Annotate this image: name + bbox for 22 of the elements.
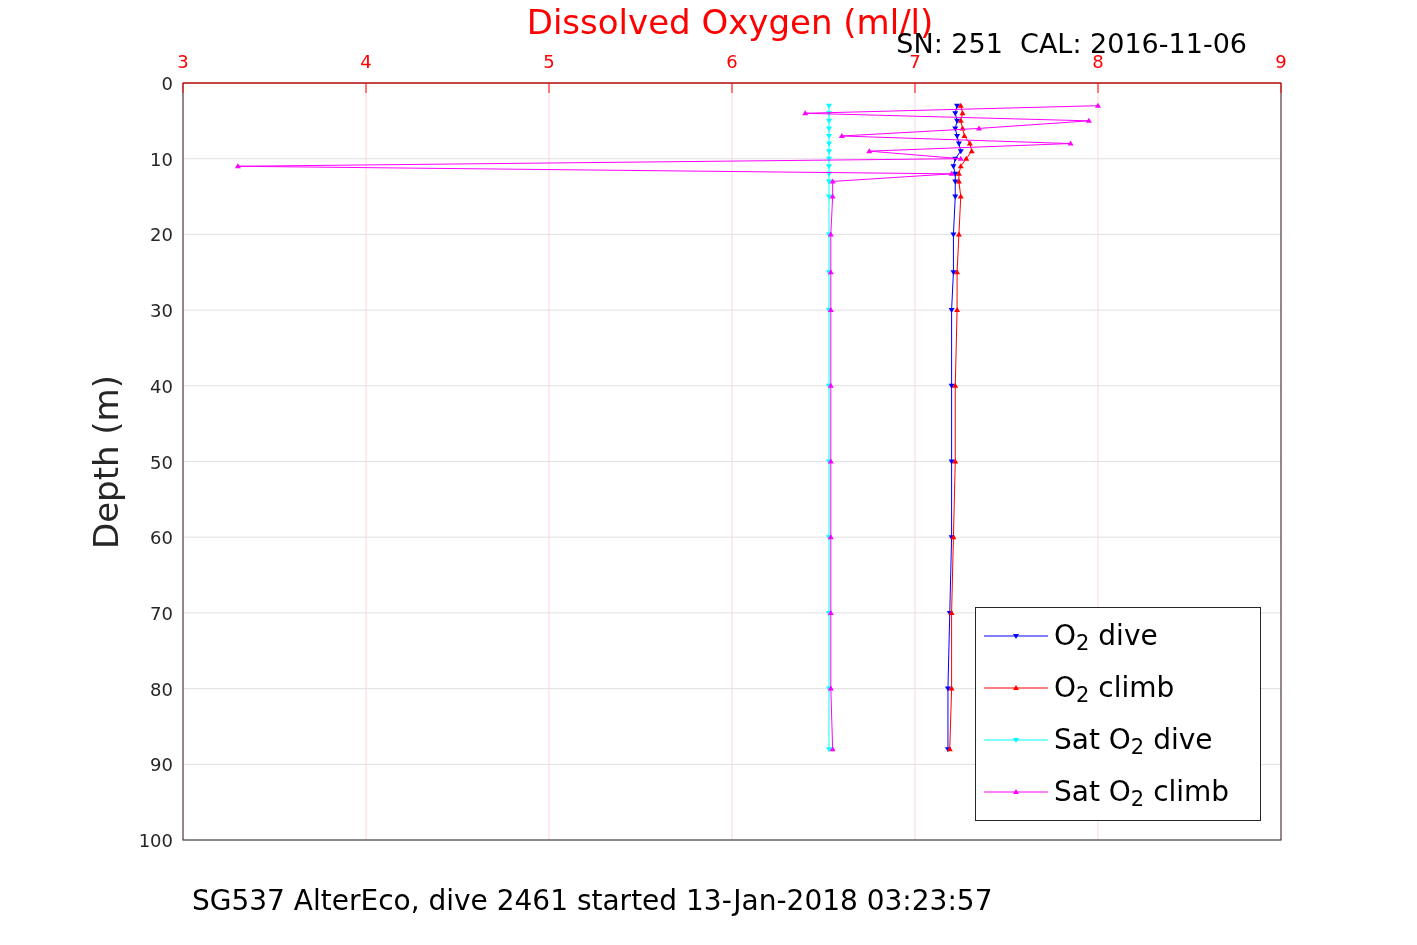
legend-label: O$_{2}$ climb: [1054, 674, 1175, 702]
legend-label: Sat O$_{2}$ climb: [1054, 778, 1230, 806]
x-tick-label: 6: [726, 51, 738, 72]
y-tick-label: 80: [150, 678, 173, 700]
y-tick-label: 0: [161, 73, 173, 94]
y-tick-label: 30: [150, 300, 173, 322]
y-tick-label: 100: [138, 830, 173, 851]
y-tick-label: 10: [150, 148, 173, 170]
figure-caption: SG537 AlterEco, dive 2461 started 13-Jan-2018 03:23:57: [192, 884, 993, 917]
y-tick-label: 20: [150, 224, 173, 246]
y-tick-label: 50: [150, 451, 173, 473]
y-tick-label: 40: [150, 375, 173, 397]
x-tick-label: 3: [177, 51, 189, 72]
legend-label: O$_{2}$ dive: [1054, 622, 1158, 650]
x-tick-label: 9: [1275, 51, 1287, 72]
x-tick-label: 4: [360, 51, 372, 72]
y-tick-label: 70: [150, 602, 173, 624]
x-tick-label: 5: [543, 51, 555, 72]
y-tick-label: 90: [150, 754, 173, 776]
y-axis-label: Depth (m): [86, 375, 126, 549]
y-tick-label: 60: [150, 527, 173, 549]
legend-label: Sat O$_{2}$ dive: [1054, 726, 1213, 754]
